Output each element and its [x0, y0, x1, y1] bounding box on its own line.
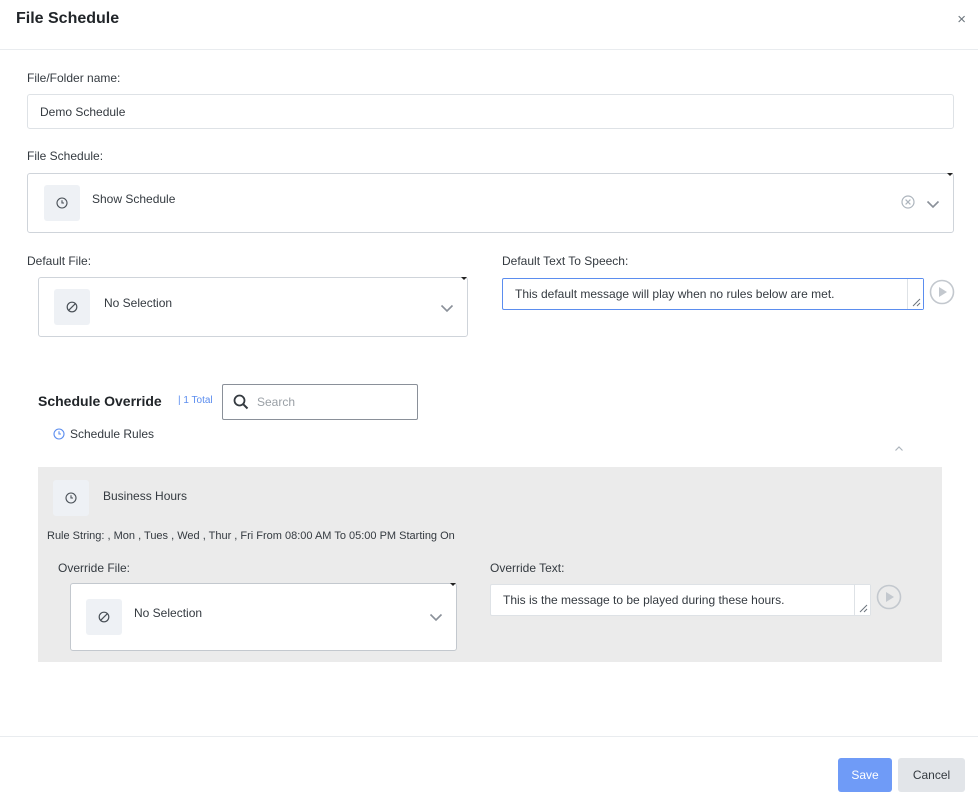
default-tts-textarea[interactable]: This default message will play when no r… [502, 278, 924, 310]
cancel-button[interactable]: Cancel [898, 758, 965, 792]
schedule-rules-label: Schedule Rules [70, 427, 155, 441]
rule-panel: Business Hours Rule String: , Mon , Tues… [38, 467, 942, 662]
save-button[interactable]: Save [838, 758, 892, 792]
override-text-textarea[interactable]: This is the message to be played during … [490, 584, 871, 616]
ban-icon [54, 289, 90, 325]
name-label: File/Folder name: [27, 71, 121, 85]
dialog-title: File Schedule [16, 10, 120, 27]
play-circle-icon[interactable] [876, 584, 902, 615]
override-file-label: Override File: [58, 561, 131, 575]
name-input[interactable]: Demo Schedule [27, 94, 954, 129]
dialog-footer: Save Cancel [0, 736, 978, 804]
search-icon [233, 394, 249, 415]
override-file-value: No Selection [134, 606, 203, 620]
chevron-down-icon[interactable] [926, 196, 940, 214]
caret-icon [947, 173, 953, 176]
default-file-label: Default File: [27, 254, 92, 268]
close-icon[interactable]: × [957, 12, 966, 28]
search-placeholder: Search [257, 395, 296, 409]
schedule-select[interactable]: Show Schedule [27, 173, 954, 233]
schedule-override-title: Schedule Override [38, 393, 162, 409]
schedule-value: Show Schedule [92, 192, 176, 206]
schedule-rules-toggle[interactable]: Schedule Rules [53, 427, 154, 441]
total-count: | 1 Total [178, 395, 213, 406]
play-circle-icon[interactable] [929, 279, 955, 310]
dialog-header: File Schedule × [0, 0, 978, 50]
rule-name[interactable]: Business Hours [103, 489, 187, 503]
schedule-label: File Schedule: [27, 149, 104, 163]
default-tts-label: Default Text To Speech: [502, 254, 629, 268]
chevron-down-icon[interactable] [440, 300, 454, 318]
default-file-value: No Selection [104, 296, 173, 310]
chevron-down-icon[interactable] [429, 609, 443, 627]
clock-icon [53, 480, 89, 516]
name-value: Demo Schedule [40, 104, 126, 119]
search-input[interactable]: Search [222, 384, 418, 420]
ban-icon [86, 599, 122, 635]
default-file-select[interactable]: No Selection [38, 277, 468, 337]
caret-icon [450, 583, 456, 586]
default-tts-value: This default message will play when no r… [515, 287, 835, 301]
clock-icon [53, 428, 65, 440]
chevron-up-icon[interactable] [894, 439, 904, 457]
textarea-scrollbar[interactable] [854, 585, 870, 615]
override-text-value: This is the message to be played during … [503, 593, 785, 607]
clock-icon [44, 185, 80, 221]
textarea-scrollbar[interactable] [907, 279, 923, 309]
override-text-label: Override Text: [490, 561, 565, 575]
clear-circle-icon[interactable] [901, 195, 915, 214]
override-file-select[interactable]: No Selection [70, 583, 457, 651]
caret-icon [461, 277, 467, 280]
rule-string: Rule String: , Mon , Tues , Wed , Thur ,… [47, 530, 455, 542]
